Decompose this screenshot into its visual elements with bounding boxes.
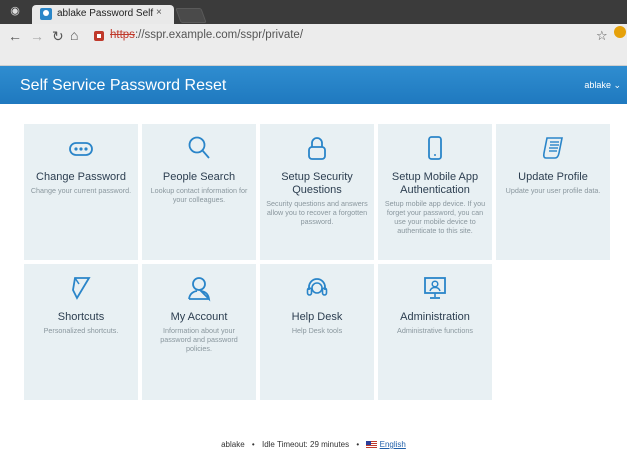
headset-icon	[260, 274, 374, 308]
star-icon[interactable]: ☆	[596, 28, 608, 44]
url-path: ://sspr.example.com/sspr/private/	[134, 29, 304, 41]
tile-administration[interactable]: Administration Administrative functions	[378, 264, 492, 400]
tile-description: Change your current password.	[30, 186, 132, 195]
password-dots-icon	[24, 134, 138, 168]
admin-monitor-icon	[378, 274, 492, 308]
tile-label: Administration	[400, 311, 470, 323]
tile-help-desk[interactable]: Help Desk Help Desk tools	[260, 264, 374, 400]
footer-user: ablake	[221, 440, 245, 449]
forward-icon[interactable]: →	[30, 28, 44, 44]
tile-description: Administrative functions	[397, 326, 473, 335]
browser-tab-bar: ◉ ablake Password Self ×	[0, 0, 627, 24]
tile-label: Change Password	[36, 171, 126, 183]
tile-update-profile[interactable]: Update Profile Update your user profile …	[496, 124, 610, 260]
tile-my-account[interactable]: My Account Information about your passwo…	[142, 264, 256, 400]
tile-change-password[interactable]: Change Password Change your current pass…	[24, 124, 138, 260]
reload-icon[interactable]: ↻	[52, 28, 64, 44]
app-header: Self Service Password Reset ablake ⌄	[0, 66, 627, 104]
tile-label: Update Profile	[518, 171, 588, 183]
tile-description: Security questions and answers allow you…	[266, 199, 368, 226]
tile-label: Shortcuts	[57, 311, 105, 323]
tile-shortcuts[interactable]: Shortcuts Personalized shortcuts.	[24, 264, 138, 400]
tile-label: Setup Security Questions	[281, 171, 353, 196]
lock-icon	[260, 134, 374, 168]
profile-icon	[496, 134, 610, 168]
favicon-icon	[40, 8, 52, 20]
tile-label: My Account	[170, 311, 228, 323]
address-bar[interactable]: https://sspr.example.com/sspr/private/ ☆	[88, 28, 618, 45]
tile-description: Update your user profile data.	[505, 186, 601, 195]
tab-close-icon[interactable]: ×	[156, 7, 162, 18]
user-menu-label: ablake	[584, 80, 611, 90]
browser-tab[interactable]: ablake Password Self ×	[32, 5, 174, 24]
page-title: Self Service Password Reset	[20, 77, 227, 94]
incognito-icon: ◉	[10, 5, 20, 17]
browser-toolbar: ← → ↻ ⌂ https://sspr.example.com/sspr/pr…	[0, 24, 627, 66]
shortcut-icon	[24, 274, 138, 308]
language-link[interactable]: English	[380, 440, 406, 449]
tile-label: Help Desk	[291, 311, 343, 323]
url-text[interactable]: https://sspr.example.com/sspr/private/	[110, 29, 303, 41]
tile-label: People Search	[162, 171, 236, 183]
tile-description: Setup mobile app device. If you forget y…	[384, 199, 486, 235]
tab-title: ablake Password Self	[57, 8, 154, 19]
extension-icon[interactable]	[614, 26, 626, 38]
back-icon[interactable]: ←	[8, 28, 22, 44]
footer: ablake • Idle Timeout: 29 minutes • Engl…	[0, 440, 627, 449]
user-menu[interactable]: ablake ⌄	[584, 80, 621, 91]
idle-timeout: Idle Timeout: 29 minutes	[261, 440, 350, 449]
search-icon	[142, 134, 256, 168]
tile-setup-mobile-app[interactable]: Setup Mobile App Authentication Setup mo…	[378, 124, 492, 260]
tile-setup-security-questions[interactable]: Setup Security Questions Security questi…	[260, 124, 374, 260]
separator-dot: •	[251, 440, 255, 449]
tile-description: Personalized shortcuts.	[43, 326, 119, 335]
mobile-icon	[378, 134, 492, 168]
home-icon[interactable]: ⌂	[70, 27, 78, 43]
tile-people-search[interactable]: People Search Lookup contact information…	[142, 124, 256, 260]
tile-description: Information about your password and pass…	[160, 326, 238, 353]
tile-description: Help Desk tools	[291, 326, 343, 335]
insecure-lock-icon	[94, 31, 104, 41]
url-scheme: https	[110, 29, 135, 41]
tile-label: Setup Mobile App Authentication	[391, 171, 479, 196]
separator-dot: •	[356, 440, 360, 449]
tile-description: Lookup contact information for your coll…	[150, 186, 248, 204]
new-tab-button[interactable]	[175, 8, 207, 23]
us-flag-icon	[366, 441, 378, 448]
user-icon	[142, 274, 256, 308]
